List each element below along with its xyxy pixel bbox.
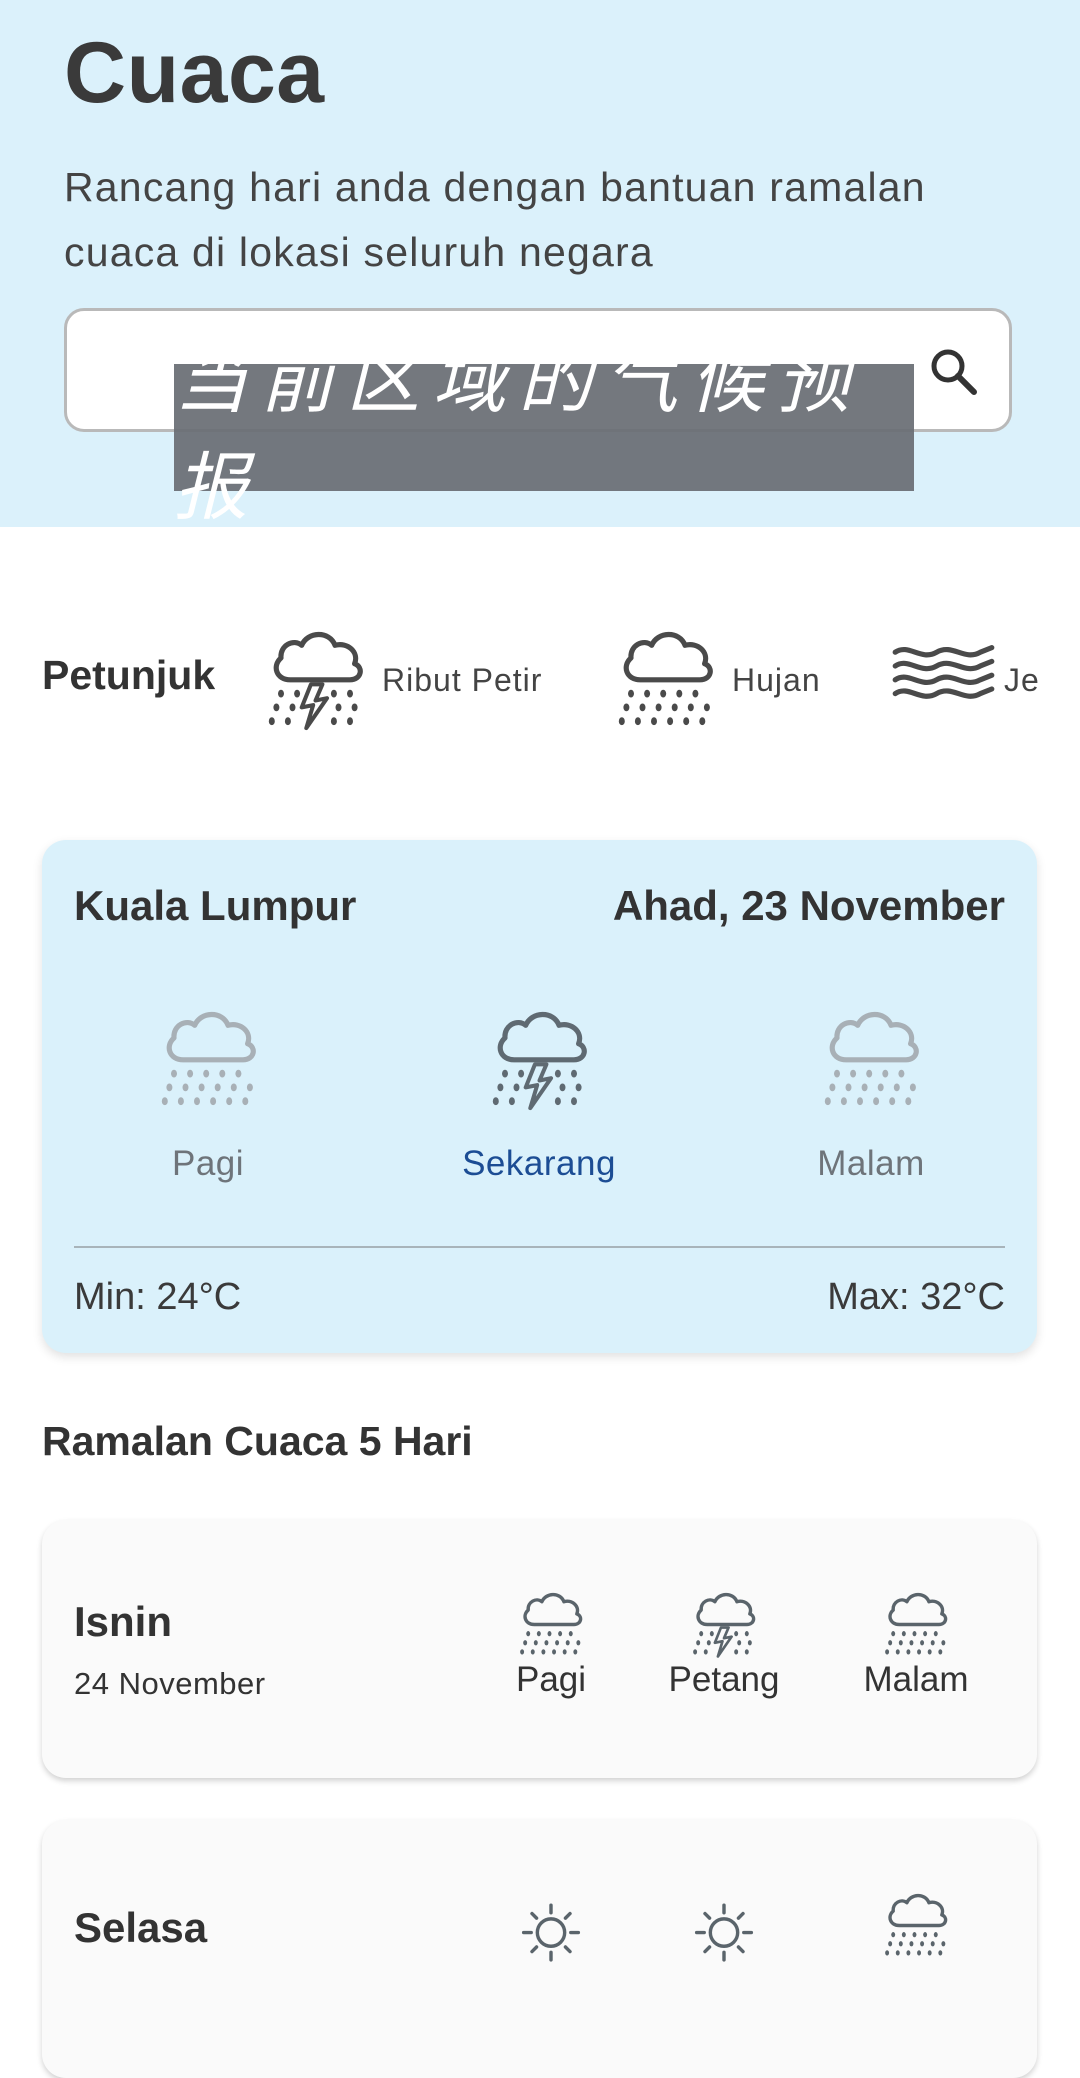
thunderstorm-icon [258, 620, 373, 735]
rain-icon [513, 1585, 589, 1661]
max-temperature: Max: 32°C [827, 1276, 1005, 1318]
forecast-row-isnin[interactable]: Isnin 24 November Pagi Petang Malam [42, 1520, 1037, 1778]
location-name: Kuala Lumpur [74, 882, 357, 929]
forecast-row-selasa[interactable]: Selasa [42, 1820, 1037, 2078]
forecast-period-label: Malam [863, 1660, 969, 1699]
forecast-day: Selasa [74, 1904, 208, 1951]
caption-overlay-text: 当前区域的气候预报 [174, 337, 862, 531]
forecast-period-label: Petang [668, 1660, 780, 1699]
rain-icon [878, 1886, 954, 1962]
forecast-title: Ramalan Cuaca 5 Hari [42, 1418, 473, 1464]
legend-item-label: Jerebu [1004, 662, 1038, 698]
haze-icon [886, 620, 1001, 735]
rain-icon [814, 1000, 929, 1115]
rain-icon [878, 1585, 954, 1661]
today-date: Ahad, 23 November [612, 882, 1005, 929]
rain-icon [608, 620, 723, 735]
header: Cuaca Rancang hari anda dengan bantuan r… [0, 0, 1080, 531]
period-label-pagi: Pagi [171, 1144, 245, 1183]
legend-strip[interactable]: Petunjuk Ribut Petir Hujan Jerebu [0, 600, 1038, 760]
forecast-day: Isnin [74, 1598, 173, 1645]
page-subtitle: Rancang hari anda dengan bantuan ramalan… [64, 164, 926, 275]
today-card: Kuala Lumpur Ahad, 23 November Pagi Seka… [42, 840, 1037, 1353]
page-title: Cuaca [64, 25, 325, 121]
divider [74, 1246, 1005, 1248]
forecast-date: 24 November [74, 1666, 266, 1701]
sun-icon [521, 1903, 581, 1962]
search-icon[interactable] [927, 345, 981, 399]
sun-icon [694, 1903, 754, 1962]
min-temperature: Min: 24°C [74, 1276, 242, 1318]
legend-title: Petunjuk [42, 652, 216, 698]
legend-item-label: Hujan [732, 662, 821, 698]
caption-overlay: 当前区域的气候预报 [174, 338, 914, 531]
thunderstorm-icon [482, 1000, 597, 1115]
rain-icon [151, 1000, 266, 1115]
period-label-malam: Malam [817, 1144, 925, 1183]
thunderstorm-icon [686, 1585, 762, 1661]
period-label-sekarang: Sekarang [462, 1144, 616, 1183]
forecast-period-label: Pagi [515, 1660, 587, 1699]
legend-item-label: Ribut Petir [382, 662, 543, 698]
